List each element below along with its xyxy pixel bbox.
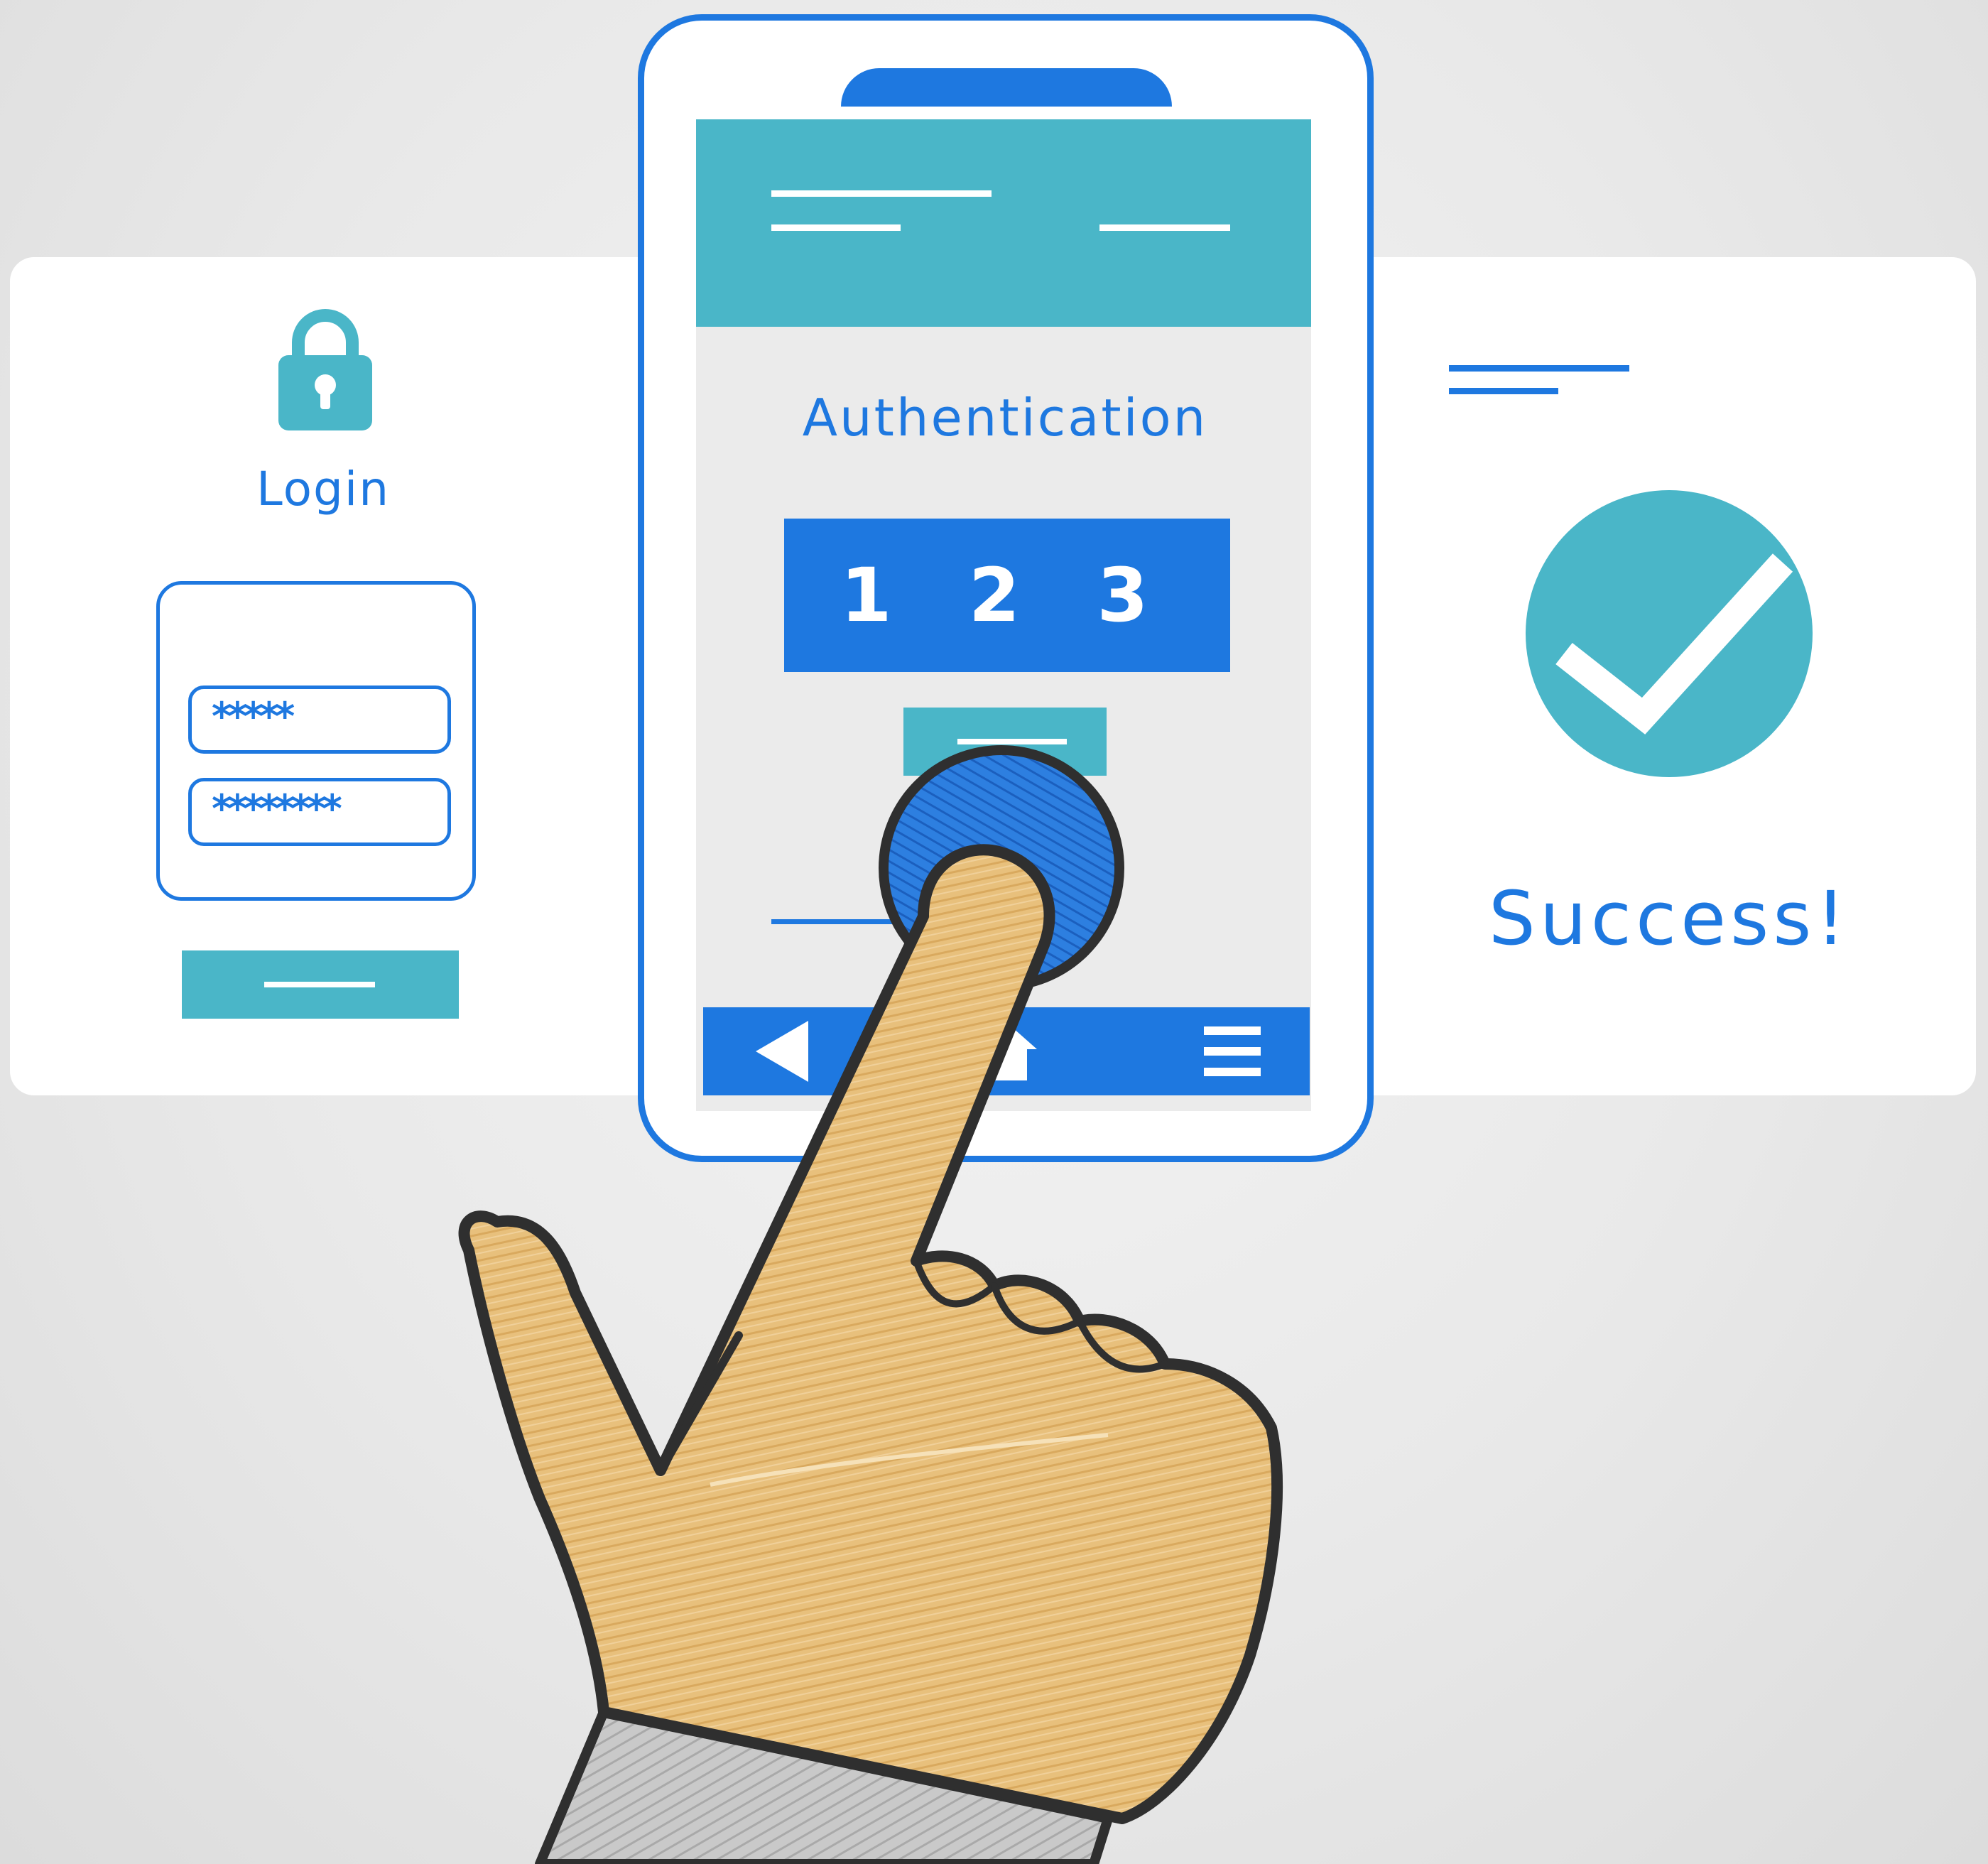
- title-line-short: [1449, 388, 1558, 394]
- password-field-2[interactable]: ********: [188, 778, 451, 846]
- login-title: Login: [256, 462, 391, 516]
- title-line-long: [1449, 365, 1629, 372]
- authentication-title: Authentication: [802, 388, 1208, 448]
- checkmark-icon: [1524, 489, 1814, 779]
- phone-speaker: [841, 68, 1172, 107]
- button-dash: [957, 739, 1067, 744]
- screen-header: [696, 119, 1311, 327]
- auth-code-display: 1 2 3 4: [784, 519, 1230, 792]
- screen-text-line: [771, 919, 920, 924]
- lock-icon: [276, 305, 375, 433]
- menu-icon[interactable]: [1193, 1007, 1271, 1095]
- success-title: Success!: [1488, 875, 1850, 962]
- header-line-3: [1099, 224, 1230, 231]
- verify-button[interactable]: [903, 708, 1107, 776]
- login-form: ***** ********: [156, 581, 476, 901]
- home-icon[interactable]: [967, 1007, 1045, 1095]
- password-field-1[interactable]: *****: [188, 686, 451, 754]
- button-dash: [264, 982, 375, 987]
- back-arrow-icon[interactable]: [746, 1007, 817, 1095]
- header-line-2: [771, 224, 901, 231]
- sleeve: [535, 1707, 1113, 1864]
- login-button[interactable]: [182, 950, 459, 1019]
- phone-navbar: [703, 1007, 1310, 1095]
- header-line-1: [771, 190, 992, 197]
